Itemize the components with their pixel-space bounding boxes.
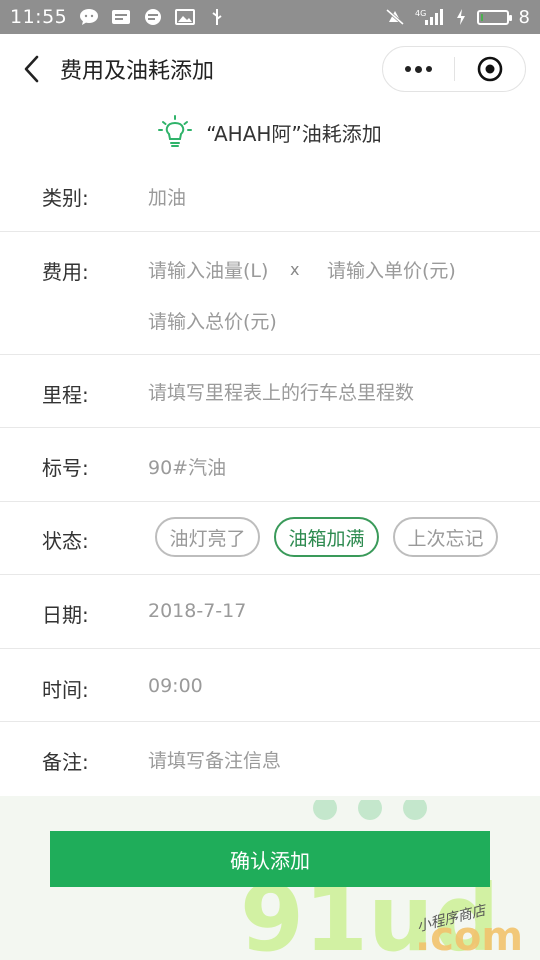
- total-price-input[interactable]: 请输入总价(元): [148, 307, 277, 334]
- category-value[interactable]: 加油: [148, 183, 186, 210]
- message-app-icon: [111, 8, 131, 26]
- grade-value[interactable]: 90#汽油: [148, 453, 226, 480]
- volume-input[interactable]: 请输入油量(L): [148, 256, 268, 283]
- form-heading: “AHAH阿”油耗添加: [206, 121, 382, 146]
- lightbulb-icon: [158, 115, 193, 147]
- status-chip-forgot-last[interactable]: 上次忘记: [393, 517, 498, 557]
- unit-price-input[interactable]: 请输入单价(元): [327, 256, 456, 283]
- battery-icon: [476, 9, 512, 25]
- date-label: 日期:: [42, 603, 89, 627]
- notification-icons: [79, 8, 227, 26]
- grade-row[interactable]: 标号: 90#汽油: [0, 428, 540, 502]
- image-icon: [175, 8, 196, 26]
- status-right-icons: 4G 8: [385, 0, 530, 34]
- category-label: 类别:: [42, 186, 89, 210]
- more-button[interactable]: [383, 47, 454, 91]
- signal-4g-icon: 4G: [415, 8, 445, 26]
- date-value[interactable]: 2018-7-17: [148, 600, 246, 622]
- confirm-add-button[interactable]: 确认添加: [50, 831, 490, 887]
- status-time: 11:55: [10, 6, 68, 28]
- note-label: 备注:: [42, 750, 89, 774]
- form-panel: “AHAH阿”油耗添加 类别: 加油 费用: 请输入油量(L) x 请输入单价(…: [0, 104, 540, 796]
- close-button[interactable]: [455, 47, 526, 91]
- charging-icon: [455, 8, 467, 26]
- category-row[interactable]: 类别: 加油: [0, 160, 540, 232]
- multiply-sign: x: [290, 260, 300, 279]
- time-row[interactable]: 时间: 09:00: [0, 649, 540, 722]
- status-row: 状态: 油灯亮了 油箱加满 上次忘记: [0, 502, 540, 575]
- grade-label: 标号:: [42, 456, 89, 480]
- time-value[interactable]: 09:00: [148, 675, 203, 697]
- status-chip-tank-full[interactable]: 油箱加满: [274, 517, 379, 557]
- note-input[interactable]: 请填写备注信息: [148, 746, 281, 773]
- status-label: 状态:: [42, 529, 89, 553]
- svg-text:4G: 4G: [415, 9, 426, 18]
- battery-percent: 8: [518, 6, 530, 28]
- mileage-input[interactable]: 请填写里程表上的行车总里程数: [148, 378, 414, 405]
- mileage-row: 里程: 请填写里程表上的行车总里程数: [0, 355, 540, 428]
- chat-bubble-icon: [79, 8, 99, 26]
- cost-row: 费用: 请输入油量(L) x 请输入单价(元) 请输入总价(元): [0, 232, 540, 355]
- time-label: 时间:: [42, 678, 89, 702]
- more-dots-icon: [404, 66, 411, 72]
- form-header: “AHAH阿”油耗添加: [0, 104, 540, 160]
- date-row[interactable]: 日期: 2018-7-17: [0, 575, 540, 649]
- back-button[interactable]: [10, 47, 54, 91]
- status-chip-light-on[interactable]: 油灯亮了: [155, 517, 260, 557]
- mileage-label: 里程:: [42, 383, 89, 407]
- cost-label: 费用:: [42, 260, 89, 284]
- chat-icon: [143, 8, 163, 26]
- battery-level: [480, 13, 483, 21]
- note-row: 备注: 请填写备注信息: [0, 722, 540, 796]
- close-circle-icon: [477, 56, 503, 82]
- usb-icon: [207, 8, 227, 26]
- menu-capsule: [382, 46, 526, 92]
- status-bar: 11:55 4G 8: [0, 0, 540, 34]
- back-arrow-icon: [24, 55, 39, 83]
- page-title: 费用及油耗添加: [60, 59, 215, 84]
- nav-bar: 费用及油耗添加: [0, 34, 540, 104]
- mute-icon: [385, 8, 405, 26]
